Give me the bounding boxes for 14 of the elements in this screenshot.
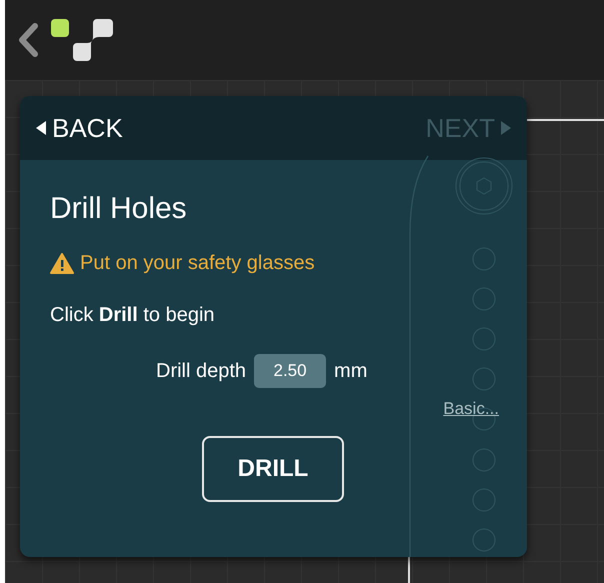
depth-input[interactable]: 2.50 — [254, 354, 326, 388]
mode-link[interactable]: Basic... — [443, 396, 499, 422]
drill-button[interactable]: DRILL — [202, 436, 344, 502]
instruction-text: Click Drill to begin — [50, 303, 215, 328]
back-button[interactable]: BACK — [36, 115, 123, 141]
step-title: Drill Holes — [50, 194, 187, 224]
back-chevron-icon[interactable] — [17, 22, 39, 58]
depth-label: Drill depth — [156, 359, 246, 384]
warning-icon — [50, 252, 74, 274]
warning-text: Put on your safety glasses — [80, 251, 315, 276]
unit-label: mm — [334, 359, 368, 384]
logo-icon — [51, 19, 113, 61]
triangle-icon — [501, 121, 511, 135]
triangle-icon — [36, 121, 46, 135]
